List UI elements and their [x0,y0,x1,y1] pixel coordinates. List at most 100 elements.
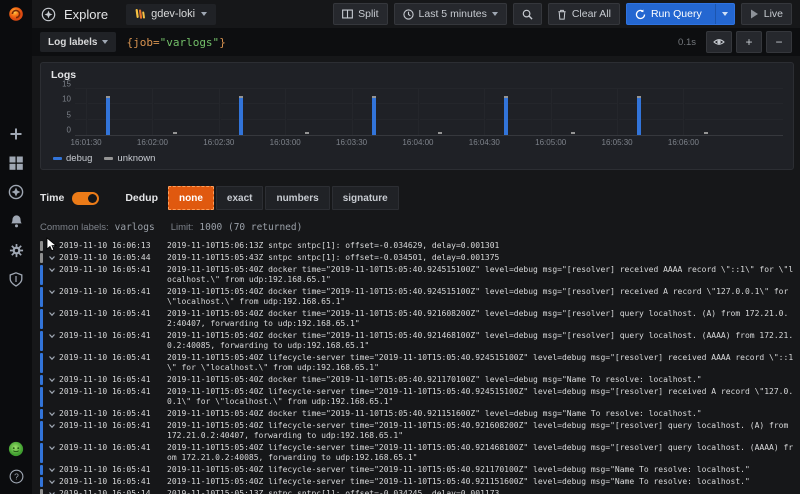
log-row[interactable]: 2019-11-10 16:05:41 2019-11-10T15:05:40Z … [40,421,794,441]
dedup-option-none[interactable]: none [168,186,214,210]
histogram-mark-unknown[interactable] [438,132,443,135]
log-row[interactable]: 2019-11-10 16:05:41 2019-11-10T15:05:40Z … [40,409,794,419]
log-timestamp: 2019-11-10 16:05:41 [59,421,151,430]
chevron-down-icon[interactable] [48,409,59,419]
log-row[interactable]: 2019-11-10 16:05:14 2019-11-10T15:05:13Z … [40,489,794,494]
chevron-down-icon[interactable] [48,421,59,431]
dedup-option-exact[interactable]: exact [215,186,264,210]
split-button[interactable]: Split [333,3,388,25]
log-timestamp: 2019-11-10 16:05:41 [59,353,151,362]
clear-all-button[interactable]: Clear All [547,3,620,25]
histogram-mark-unknown[interactable] [504,96,509,99]
x-gridline [550,89,553,135]
legend-item-debug[interactable]: debug [53,153,92,164]
y-axis-tick-label: 10 [62,94,71,104]
help-icon[interactable]: ? [8,468,24,484]
grafana-logo[interactable] [8,6,24,22]
histogram-mark-unknown[interactable] [305,132,310,135]
log-row[interactable]: 2019-11-10 16:06:13 2019-11-10T15:06:13Z … [40,241,794,251]
chevron-down-icon[interactable] [48,489,59,494]
x-axis-tick-label: 16:04:00 [402,138,434,147]
histogram-mark-unknown[interactable] [703,132,708,135]
log-row[interactable]: 2019-11-10 16:05:41 2019-11-10T15:05:40Z … [40,287,794,307]
histogram-bar-debug[interactable] [504,98,509,135]
log-row[interactable]: 2019-11-10 16:05:41 2019-11-10T15:05:40Z … [40,309,794,329]
x-axis-tick-label: 16:04:30 [468,138,500,147]
log-labels-dropdown[interactable]: Log labels [40,32,117,52]
log-controls: Time Dedup none exact numbers signature [40,186,794,210]
logs-meta: Common labels: varlogs Limit: 1000 (70 r… [40,222,794,233]
log-message: 2019-11-10T15:05:40Z docker time="2019-1… [167,265,794,284]
add-query-button[interactable]: + [736,31,762,53]
alerting-bell-icon[interactable] [8,213,24,229]
remove-query-button[interactable]: − [766,31,792,53]
log-row[interactable]: 2019-11-10 16:05:41 2019-11-10T15:05:40Z … [40,443,794,463]
log-level-indicator [40,241,43,251]
log-row[interactable]: 2019-11-10 16:05:41 2019-11-10T15:05:40Z … [40,465,794,475]
histogram-mark-unknown[interactable] [106,96,111,99]
eye-icon-button[interactable] [706,31,732,53]
log-message: 2019-11-10T15:05:43Z sntpc sntpc[1]: off… [167,253,500,262]
x-gridline [86,89,89,135]
configuration-gear-icon[interactable] [8,242,24,258]
chevron-down-icon[interactable] [48,265,59,275]
histogram-mark-unknown[interactable] [637,96,642,99]
time-zoom-out-button[interactable] [512,3,542,25]
histogram-bar-debug[interactable] [238,98,243,135]
log-row[interactable]: 2019-11-10 16:05:44 2019-11-10T15:05:43Z … [40,253,794,263]
histogram-mark-unknown[interactable] [238,96,243,99]
histogram-mark-unknown[interactable] [570,132,575,135]
log-row[interactable]: 2019-11-10 16:05:41 2019-11-10T15:05:40Z … [40,477,794,487]
histogram-bar-debug[interactable] [637,98,642,135]
log-row[interactable]: 2019-11-10 16:05:41 2019-11-10T15:05:40Z … [40,353,794,373]
log-timestamp: 2019-11-10 16:05:41 [59,465,151,474]
histogram-mark-unknown[interactable] [371,96,376,99]
log-timestamp: 2019-11-10 16:05:41 [59,443,151,452]
log-row[interactable]: 2019-11-10 16:05:41 2019-11-10T15:05:40Z … [40,387,794,407]
histogram-mark-unknown[interactable] [172,132,177,135]
query-input[interactable]: {job="varlogs"} [126,36,225,49]
datasource-picker[interactable]: gdev-loki [126,3,217,25]
panel-title: Logs [51,69,77,81]
explore-compass-icon[interactable] [8,184,24,200]
log-message: 2019-11-10T15:05:40Z lifecycle-server ti… [167,477,750,486]
server-admin-shield-icon[interactable] [8,271,24,287]
user-avatar[interactable] [8,441,24,457]
chevron-down-icon[interactable] [48,387,59,397]
log-message: 2019-11-10T15:05:40Z lifecycle-server ti… [167,421,789,440]
chevron-down-icon[interactable] [48,241,59,251]
eye-icon [713,39,725,45]
live-button[interactable]: Live [740,3,792,25]
chevron-down-icon[interactable] [48,443,59,453]
plus-icon[interactable] [8,126,24,142]
log-row[interactable]: 2019-11-10 16:05:41 2019-11-10T15:05:40Z … [40,331,794,351]
legend-item-unknown[interactable]: unknown [104,153,155,164]
logs-histogram[interactable]: 0 5 10 15 16:01:30 16:02:00 16:02:30 16:03:00 1… [51,80,783,148]
dedup-option-numbers[interactable]: numbers [265,186,330,210]
log-timestamp: 2019-11-10 16:05:41 [59,375,151,384]
log-message: 2019-11-10T15:06:13Z sntpc sntpc[1]: off… [167,241,500,250]
x-axis-tick-label: 16:05:30 [601,138,633,147]
chevron-down-icon [102,40,109,44]
chevron-down-icon[interactable] [48,465,59,475]
chevron-down-icon[interactable] [48,287,59,297]
chevron-down-icon[interactable] [48,477,59,487]
time-toggle[interactable] [72,191,100,205]
chevron-down-icon[interactable] [48,353,59,363]
dashboards-icon[interactable] [8,155,24,171]
log-row[interactable]: 2019-11-10 16:05:41 2019-11-10T15:05:40Z … [40,375,794,385]
log-message: 2019-11-10T15:05:40Z lifecycle-server ti… [167,465,750,474]
time-range-picker[interactable]: Last 5 minutes [393,3,507,25]
x-axis-tick-label: 16:06:00 [667,138,700,147]
run-query-dropdown[interactable] [714,4,734,24]
chevron-down-icon[interactable] [48,375,59,385]
dedup-option-signature[interactable]: signature [331,186,399,210]
log-row[interactable]: 2019-11-10 16:05:41 2019-11-10T15:05:40Z … [40,265,794,285]
histogram-bar-debug[interactable] [371,98,376,135]
histogram-bar-debug[interactable] [106,98,111,135]
chevron-down-icon[interactable] [48,253,59,263]
chevron-down-icon[interactable] [48,331,59,341]
chevron-down-icon[interactable] [48,309,59,319]
grafana-explore-window: ? Explore gdev-loki Split Last 5 minutes… [0,0,800,494]
run-query-button[interactable]: Run Query [625,3,735,25]
